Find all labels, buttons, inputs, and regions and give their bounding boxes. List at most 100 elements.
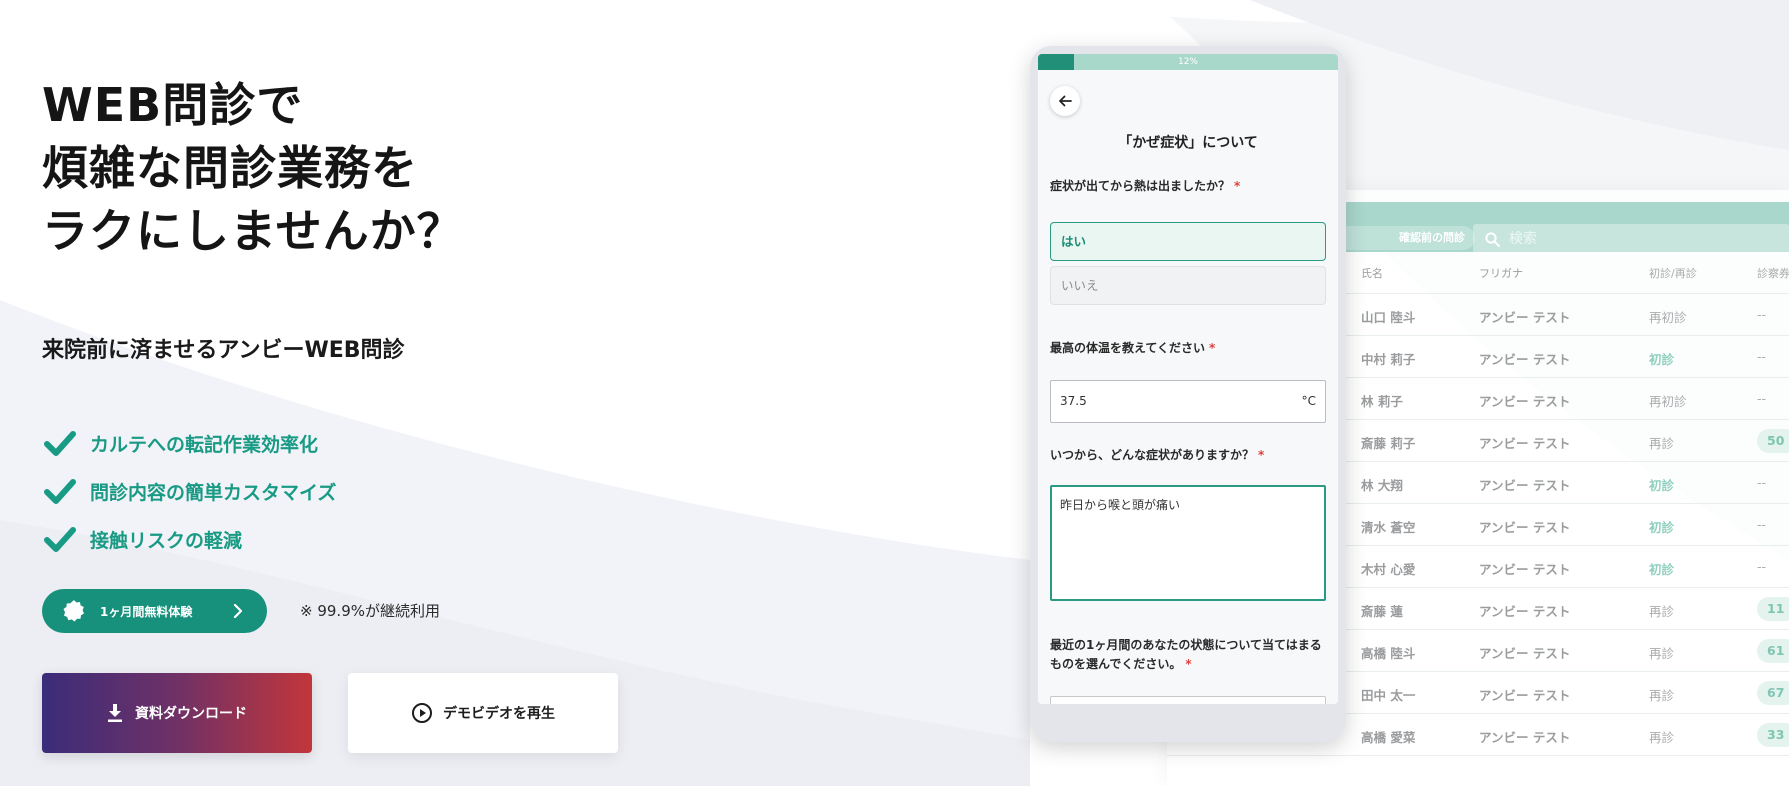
trial-note: ※ 99.9%が継続利用 xyxy=(300,602,440,620)
hero-title-line-1: WEB問診で xyxy=(42,78,304,132)
download-brochure-button[interactable]: 資料ダウンロード xyxy=(42,673,312,753)
arrow-left-icon xyxy=(1059,95,1072,107)
patient-name: 高橋 愛菜 xyxy=(1361,730,1416,745)
patient-name: 斎藤 莉子 xyxy=(1361,436,1416,451)
check-icon xyxy=(44,431,76,456)
play-demo-video-button[interactable]: デモビデオを再生 xyxy=(348,673,618,753)
ticket-number: 61 xyxy=(1757,639,1789,663)
option-no[interactable]: いいえ xyxy=(1050,266,1326,305)
ticket-number: -- xyxy=(1757,307,1767,322)
progress-label: 12% xyxy=(1177,57,1198,67)
patient-kana: アンビー テスト xyxy=(1479,394,1571,409)
visit-type: 再初診 xyxy=(1649,394,1687,409)
option-yes[interactable]: はい xyxy=(1050,222,1326,261)
patient-name: 高橋 陸斗 xyxy=(1361,646,1416,661)
required-mark: * xyxy=(1258,448,1265,462)
temperature-input[interactable]: 37.5 °C xyxy=(1050,380,1326,423)
ticket-number: -- xyxy=(1757,475,1767,490)
feature-item: カルテへの転記作業効率化 xyxy=(44,419,336,467)
temperature-unit: °C xyxy=(1301,394,1316,408)
video-label: デモビデオを再生 xyxy=(443,706,555,722)
filter-pill[interactable]: 確認前の問診 xyxy=(1327,226,1475,250)
visit-type: 再診 xyxy=(1649,688,1675,703)
patient-kana: アンビー テスト xyxy=(1479,730,1571,745)
question-text: いつから、どんな症状がありますか？ xyxy=(1050,448,1255,462)
question-text: 最高の体温を教えてください xyxy=(1050,341,1206,355)
patient-name: 斎藤 蓮 xyxy=(1361,604,1403,619)
visit-type: 再診 xyxy=(1649,646,1675,661)
patient-kana: アンビー テスト xyxy=(1479,436,1571,451)
patient-kana: アンビー テスト xyxy=(1479,688,1571,703)
back-button[interactable] xyxy=(1050,86,1080,116)
questionnaire-screen: 12% 「かぜ症状」について 症状が出てから熱は出ましたか？ * はい いいえ 最… xyxy=(1038,54,1338,704)
phone-mockup: 12% 「かぜ症状」について 症状が出てから熱は出ましたか？ * はい いいえ 最… xyxy=(1030,46,1346,742)
feature-item: 問診内容の簡単カスタマイズ xyxy=(44,467,336,515)
visit-type: 再診 xyxy=(1649,604,1675,619)
symptom-textarea[interactable]: 昨日から喉と頭が痛い xyxy=(1050,485,1326,601)
visit-type: 再初診 xyxy=(1649,310,1687,325)
required-mark: * xyxy=(1185,657,1192,671)
column-header: 診察券 xyxy=(1757,267,1789,280)
patient-kana: アンビー テスト xyxy=(1479,520,1571,535)
play-circle-icon xyxy=(412,703,432,723)
patient-kana: アンビー テスト xyxy=(1479,352,1571,367)
feature-list: カルテへの転記作業効率化 問診内容の簡単カスタマイズ 接触リスクの軽減 xyxy=(44,419,336,563)
progress-bar: 12% xyxy=(1038,54,1338,70)
question-text: 症状が出てから熱は出ましたか？ xyxy=(1050,179,1231,193)
column-header: 氏名 xyxy=(1361,267,1383,280)
condition-option[interactable] xyxy=(1050,696,1326,704)
free-trial-label: 1ヶ月間無料体験 xyxy=(100,604,193,619)
hero-title: WEB問診で 煩雑な問診業務を ラクにしませんか？ xyxy=(42,74,464,263)
chevron-right-icon xyxy=(233,604,243,618)
visit-type: 初診 xyxy=(1649,520,1675,535)
feature-label: 問診内容の簡単カスタマイズ xyxy=(90,481,337,504)
download-icon xyxy=(108,704,122,722)
download-label: 資料ダウンロード xyxy=(135,706,247,722)
question-fever: 症状が出てから熱は出ましたか？ * xyxy=(1050,177,1326,196)
search-input[interactable]: 検索 xyxy=(1473,224,1789,254)
patient-kana: アンビー テスト xyxy=(1479,604,1571,619)
patient-name: 山口 陸斗 xyxy=(1361,310,1416,325)
patient-kana: アンビー テスト xyxy=(1479,310,1571,325)
ticket-number: -- xyxy=(1757,559,1767,574)
column-header: フリガナ xyxy=(1479,267,1523,280)
patient-name: 木村 心愛 xyxy=(1361,562,1416,577)
patient-name: 清水 蒼空 xyxy=(1361,520,1416,535)
search-placeholder: 検索 xyxy=(1509,231,1537,247)
free-trial-button[interactable]: 1ヶ月間無料体験 xyxy=(42,589,267,633)
feature-item: 接触リスクの軽減 xyxy=(44,515,336,563)
hero-subtitle: 来院前に済ませるアンビーWEB問診 xyxy=(42,338,405,363)
hero-title-line-3: ラクにしませんか？ xyxy=(42,204,464,258)
visit-type: 初診 xyxy=(1649,478,1675,493)
patient-kana: アンビー テスト xyxy=(1479,562,1571,577)
section-heading: 「かぜ症状」について xyxy=(1118,135,1258,151)
patient-kana: アンビー テスト xyxy=(1479,646,1571,661)
ticket-number: 11 xyxy=(1757,597,1789,621)
question-max-temperature: 最高の体温を教えてください * xyxy=(1050,339,1326,358)
ticket-number: -- xyxy=(1757,391,1767,406)
check-icon xyxy=(44,479,76,504)
check-icon xyxy=(44,527,76,552)
patient-name: 林 莉子 xyxy=(1361,394,1403,409)
ticket-number: -- xyxy=(1757,349,1767,364)
patient-name: 田中 太一 xyxy=(1361,688,1416,703)
visit-type: 再診 xyxy=(1649,730,1675,745)
ticket-number: 50 xyxy=(1757,429,1789,453)
ticket-number: 33 xyxy=(1757,723,1789,747)
search-icon xyxy=(1485,232,1500,247)
symptom-text: 昨日から喉と頭が痛い xyxy=(1060,498,1181,512)
feature-label: カルテへの転記作業効率化 xyxy=(90,433,319,456)
patient-kana: アンビー テスト xyxy=(1479,478,1571,493)
patient-name: 中村 莉子 xyxy=(1361,352,1416,367)
patient-name: 林 大翔 xyxy=(1361,478,1403,493)
question-recent-condition: 最近の1ヶ月間のあなたの状態について当てはまるものを選んでください。 * xyxy=(1050,636,1326,674)
temperature-value: 37.5 xyxy=(1060,394,1087,408)
ticket-number: 67 xyxy=(1757,681,1789,705)
column-header: 初診/再診 xyxy=(1649,267,1697,280)
visit-type: 初診 xyxy=(1649,352,1675,367)
visit-type: 初診 xyxy=(1649,562,1675,577)
feature-label: 接触リスクの軽減 xyxy=(90,529,243,552)
ticket-number: -- xyxy=(1757,517,1767,532)
required-mark: * xyxy=(1234,179,1241,193)
badge-icon xyxy=(63,600,84,622)
